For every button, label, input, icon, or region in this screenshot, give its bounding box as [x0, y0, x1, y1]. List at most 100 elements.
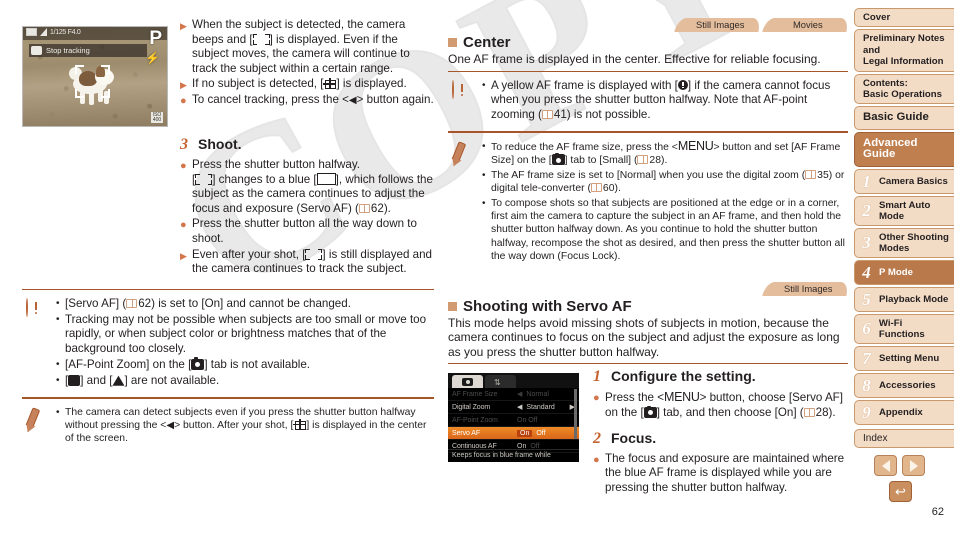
section-heading-center: Center — [448, 34, 848, 51]
sidebar-item-contents[interactable]: Contents: Basic Operations — [854, 73, 954, 105]
sidebar-item-appendix[interactable]: 9 Appendix — [854, 399, 954, 425]
menu-row-af-point-zoom[interactable]: AF-Point Zoom On Off — [448, 414, 579, 428]
sidebar-item-preliminary-notes[interactable]: Preliminary Notes and Legal Information — [854, 29, 954, 72]
list-item: • To reduce the AF frame size, press the… — [482, 138, 848, 168]
step-3-list: ● Press the shutter button halfway.[] ch… — [180, 158, 434, 277]
step-title: Configure the setting. — [611, 368, 756, 385]
bullet-text: Press the <MENU> button, choose [Servo A… — [605, 390, 843, 420]
menu-button-label: MENU — [677, 138, 714, 153]
row-label: Servo AF — [452, 429, 480, 437]
quality-icon — [40, 28, 47, 36]
sidebar-item-label: Index — [863, 432, 888, 444]
sidebar-item-basic-guide[interactable]: Basic Guide — [854, 106, 954, 130]
servo-af-on-value: On — [517, 429, 533, 437]
sidebar-item-playback-mode[interactable]: 5 Playback Mode — [854, 286, 954, 312]
manual-page: 1/125 F4.0 Stop tracking P ⚡ ISO 400 ▶ W… — [0, 0, 954, 534]
sidebar-item-label: Preliminary Notes and Legal Information — [863, 33, 945, 68]
next-page-button[interactable] — [902, 455, 925, 476]
camera-menu-screen: ⇅ AF Frame Size ◀ Normal Digital Zoom ◀ St… — [448, 373, 579, 463]
list-item: • [Servo AF] (62) is set to [On] and can… — [56, 297, 434, 312]
warning-text: [AF-Point Zoom] on the [] tab is not ava… — [65, 357, 311, 371]
stop-tracking-label: Stop tracking — [46, 46, 90, 55]
camera-tab-icon — [551, 152, 565, 166]
sidebar-item-wifi-functions[interactable]: 6 Wi-Fi Functions — [854, 313, 954, 344]
row-value: ◀ Standard ▶ — [517, 403, 575, 412]
sidebar-item-accessories[interactable]: 8 Accessories — [854, 372, 954, 398]
sidebar-item-other-shooting-modes[interactable]: 3 Other Shooting Modes — [854, 227, 954, 258]
menu-row-af-frame-size[interactable]: AF Frame Size ◀ Normal — [448, 388, 579, 402]
tab-still-images[interactable]: Still Images — [674, 18, 762, 32]
page-ref-icon — [126, 298, 138, 308]
note-box: • The camera can detect subjects even if… — [22, 397, 434, 454]
list-item: ▶ When the subject is detected, the came… — [180, 18, 434, 76]
sidebar-item-label: Accessories — [879, 379, 936, 391]
warning-list: • [Servo AF] (62) is set to [On] and can… — [56, 297, 434, 389]
settings-tab-icon[interactable]: ⇅ — [485, 375, 516, 389]
menu-tab-bar: ⇅ — [448, 373, 579, 389]
sidebar-item-smart-auto-mode[interactable]: 2 Smart Auto Mode — [854, 195, 954, 226]
bullet-icon: • — [482, 140, 486, 152]
sidebar-item-advanced-guide[interactable]: Advanced Guide — [854, 131, 954, 167]
infinity-focus-icon — [112, 375, 125, 386]
center-note-box: • To reduce the AF frame size, press the… — [448, 131, 848, 272]
camera-tab-icon — [643, 405, 657, 419]
sidebar-item-cover[interactable]: Cover — [854, 8, 954, 28]
sidebar-item-label: Basic Guide — [863, 111, 929, 124]
page-ref-icon — [805, 169, 817, 179]
triangle-marker-icon: ▶ — [180, 250, 187, 261]
list-item: • A yellow AF frame is displayed with []… — [482, 79, 848, 123]
list-item: ▶ If no subject is detected, [] is displ… — [180, 77, 434, 92]
sidebar-item-setting-menu[interactable]: 7 Setting Menu — [854, 345, 954, 371]
exclamation-icon — [452, 79, 454, 99]
section-heading-servo: Shooting with Servo AF — [448, 298, 848, 315]
note-text: The camera can detect subjects even if y… — [65, 406, 427, 445]
step-2-list: ● The focus and exposure are maintained … — [593, 452, 848, 496]
dot-marker-icon: ● — [180, 95, 187, 108]
shooting-mode-label: P — [149, 28, 162, 49]
list-item: ● Press the shutter button halfway.[] ch… — [180, 158, 434, 216]
bullet-text: The focus and exposure are maintained wh… — [605, 451, 845, 494]
section-subtitle: This mode helps avoid missing shots of s… — [448, 315, 840, 359]
center-af-icon — [323, 78, 337, 90]
menu-row-digital-zoom[interactable]: Digital Zoom ◀ Standard ▶ — [448, 401, 579, 415]
sidebar-item-index[interactable]: Index — [854, 428, 954, 449]
note-text: The AF frame size is set to [Normal] whe… — [491, 169, 845, 195]
note-list: • The camera can detect subjects even if… — [56, 406, 434, 446]
sidebar-item-camera-basics[interactable]: 1 Camera Basics — [854, 168, 954, 194]
step-number: 3 — [180, 136, 188, 153]
list-item: ● Press the <MENU> button, choose [Servo… — [593, 390, 848, 420]
back-button[interactable]: ↩ — [889, 481, 912, 502]
page-ref-icon — [803, 408, 815, 418]
left-column: 1/125 F4.0 Stop tracking P ⚡ ISO 400 ▶ W… — [22, 18, 434, 454]
af-bracket-top-left — [75, 65, 84, 74]
af-frame-icon — [305, 248, 323, 260]
menu-scrollbar[interactable] — [574, 389, 577, 440]
sidebar-item-label: Playback Mode — [879, 293, 949, 305]
warning-text: [] and [] are not available. — [65, 373, 220, 387]
macro-icon — [68, 374, 81, 386]
heading-text: Center — [463, 34, 511, 51]
page-ref-icon — [541, 110, 553, 120]
list-item: • To compose shots so that subjects are … — [482, 197, 848, 264]
step-1-list: ● Press the <MENU> button, choose [Servo… — [593, 390, 848, 420]
warning-text: A yellow AF frame is displayed with [] i… — [491, 78, 831, 122]
sidebar-item-label: Advanced Guide — [863, 136, 918, 161]
media-tabs-top: Still Images Movies — [448, 18, 850, 32]
camera-tab-icon[interactable] — [452, 375, 483, 389]
tab-movies[interactable]: Movies — [762, 18, 850, 32]
sidebar-item-label: Camera Basics — [879, 175, 948, 187]
chapter-number: 6 — [862, 319, 871, 339]
dot-marker-icon: ● — [180, 219, 187, 232]
battery-icon — [26, 28, 37, 36]
row-label: Digital Zoom — [452, 403, 491, 411]
bullet-icon: • — [56, 374, 60, 386]
sidebar-item-p-mode[interactable]: 4 P Mode — [854, 259, 954, 285]
row-label: AF Frame Size — [452, 390, 498, 398]
tab-still-images-2[interactable]: Still Images — [762, 281, 850, 296]
step-number: 2 — [593, 429, 601, 447]
prev-page-button[interactable] — [874, 455, 897, 476]
warning-dot-icon — [677, 79, 688, 90]
menu-row-servo-af[interactable]: Servo AF On Off — [448, 427, 579, 441]
face-icon — [31, 46, 42, 55]
step-number: 1 — [593, 368, 601, 386]
